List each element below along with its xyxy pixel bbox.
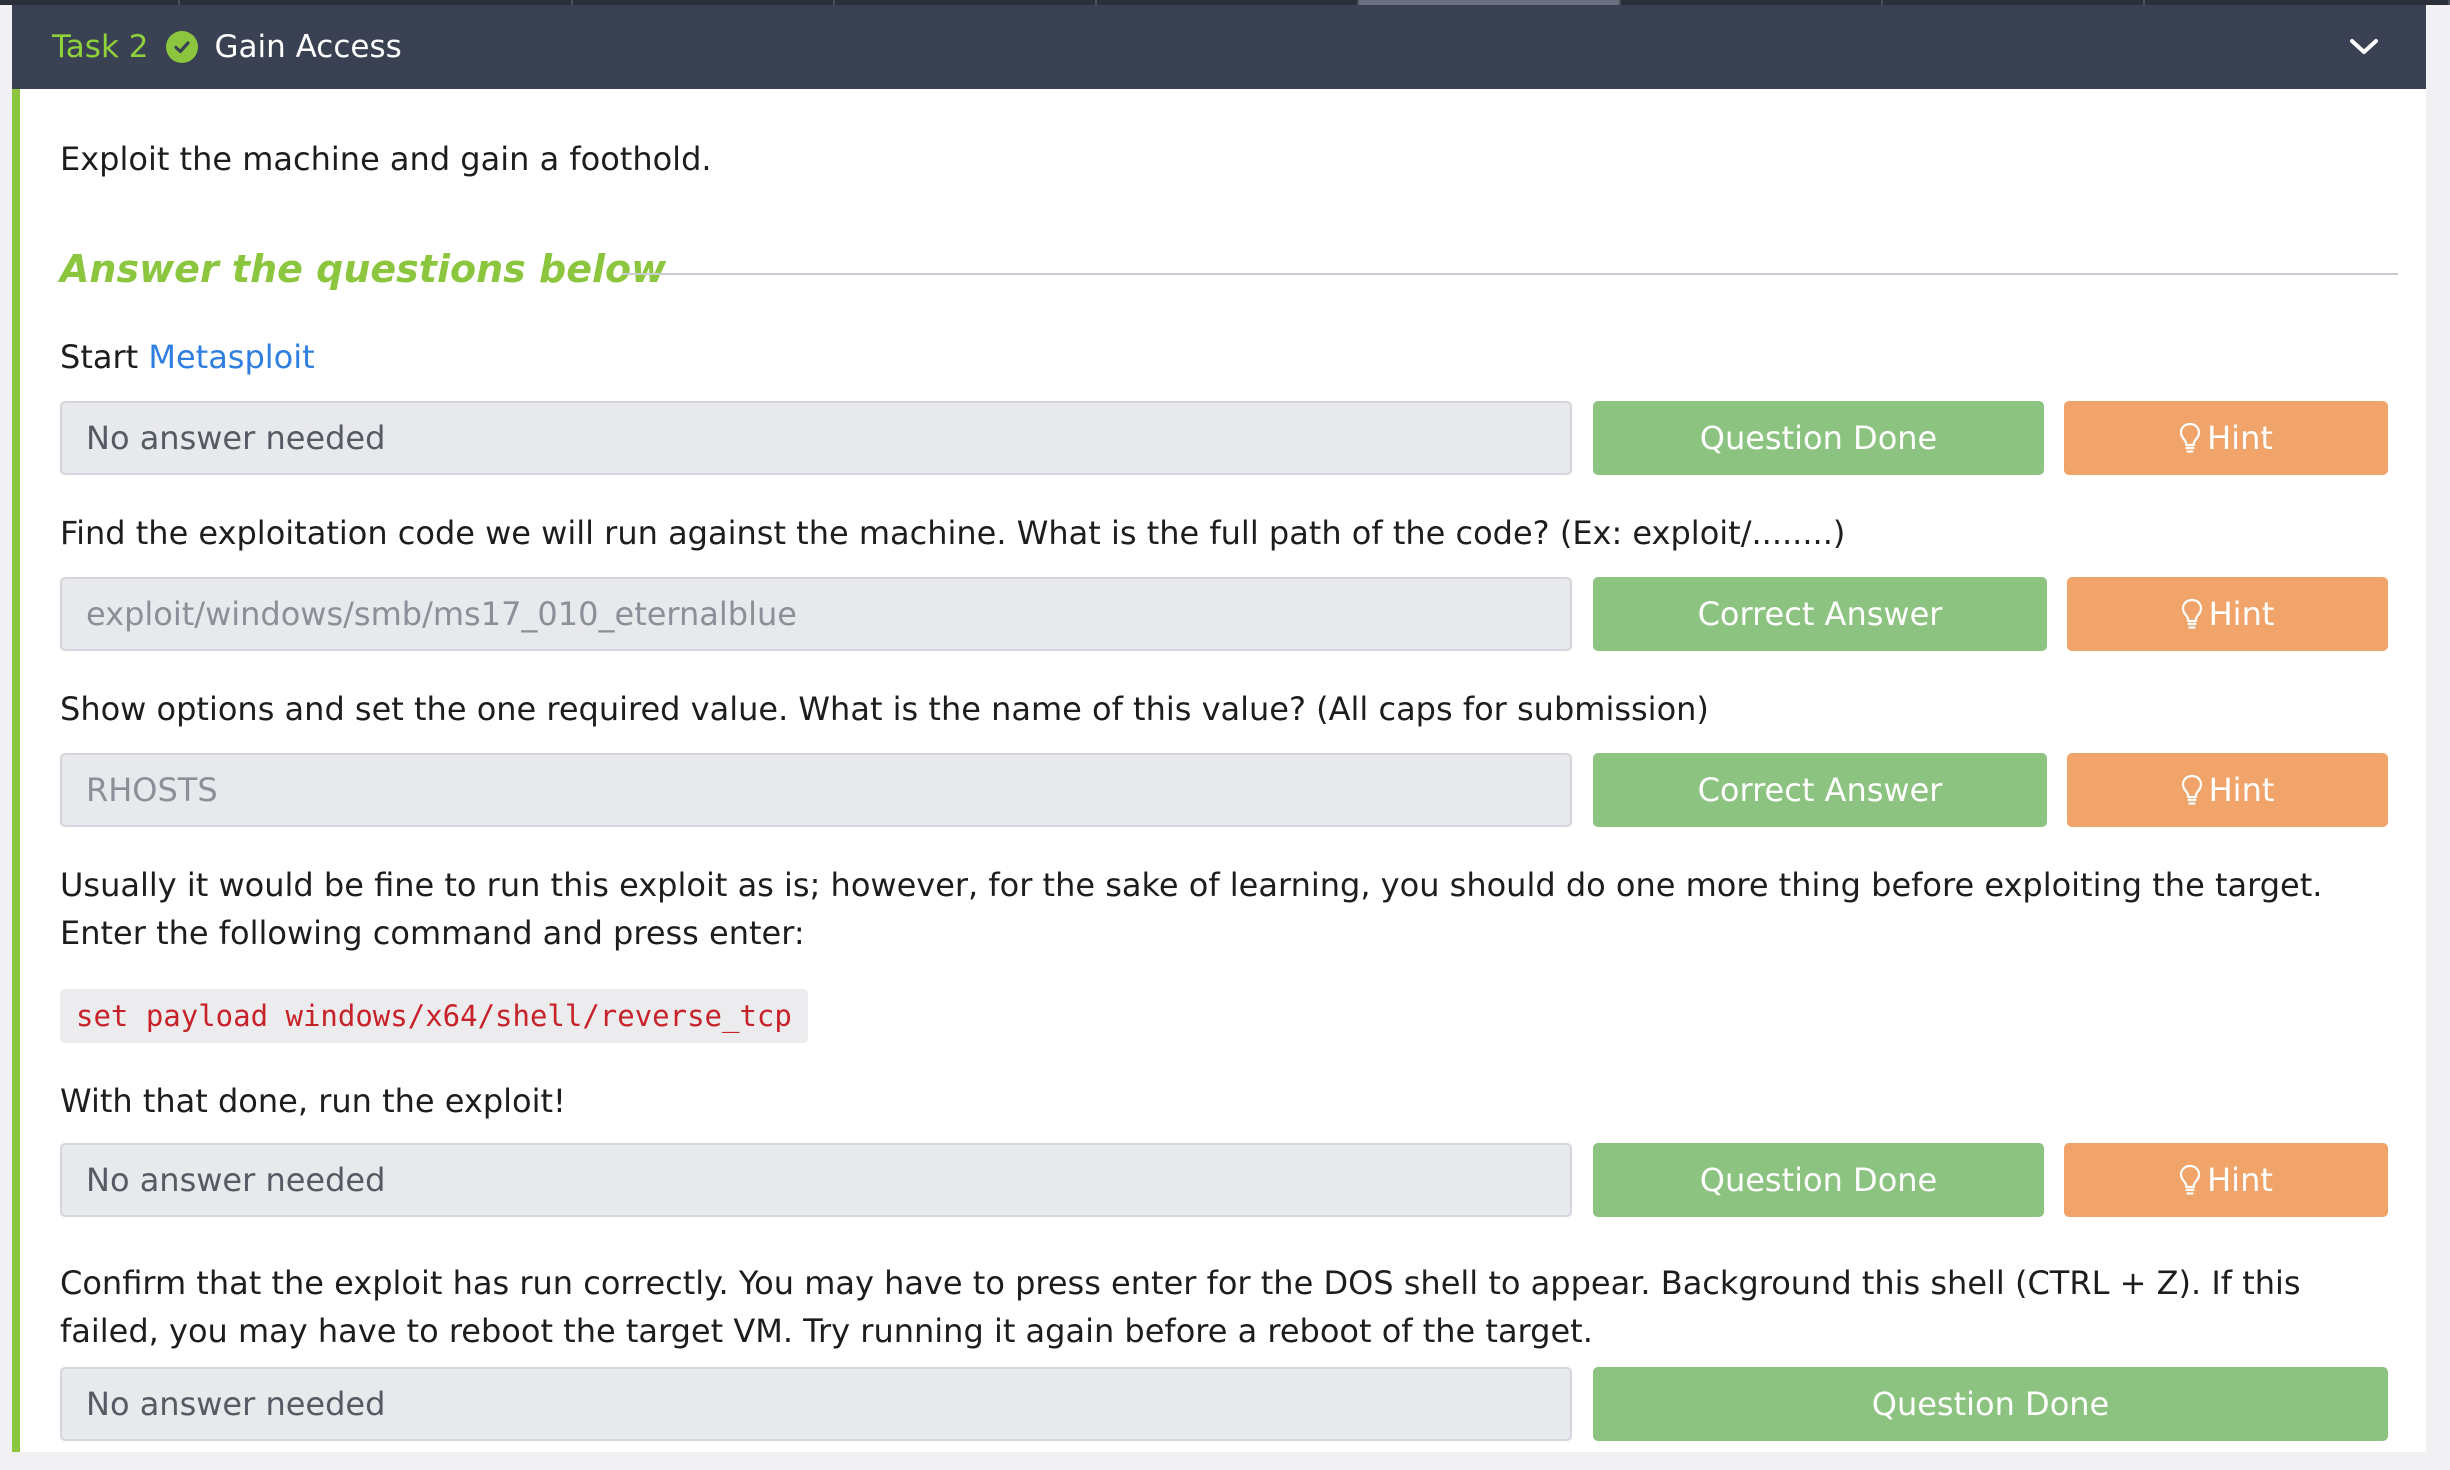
question-1-prefix: Start bbox=[60, 338, 149, 376]
question-2-submit-button[interactable]: Correct Answer bbox=[1593, 577, 2047, 651]
lightbulb-icon bbox=[2179, 422, 2201, 454]
check-circle-icon bbox=[166, 31, 199, 63]
question-4-followup-text: With that done, run the exploit! bbox=[60, 1082, 566, 1120]
question-3-hint-label: Hint bbox=[2208, 771, 2275, 809]
question-4-submit-button[interactable]: Question Done bbox=[1593, 1143, 2044, 1217]
question-4-text: Usually it would be fine to run this exp… bbox=[60, 866, 2323, 952]
page-bottom-edge bbox=[0, 1452, 2450, 1470]
question-1-hint-button[interactable]: Hint bbox=[2064, 401, 2388, 475]
question-3-text: Show options and set the one required va… bbox=[60, 690, 1709, 728]
section-divider bbox=[622, 273, 2398, 275]
question-2-hint-label: Hint bbox=[2208, 595, 2275, 633]
task-intro: Exploit the machine and gain a foothold. bbox=[60, 140, 712, 178]
chevron-down-icon[interactable] bbox=[2344, 27, 2384, 67]
question-4-hint-label: Hint bbox=[2207, 1161, 2273, 1199]
question-1-hint-label: Hint bbox=[2207, 419, 2273, 457]
task-accent-bar bbox=[12, 89, 20, 1470]
metasploit-link[interactable]: Metasploit bbox=[148, 338, 314, 376]
question-2-text: Find the exploitation code we will run a… bbox=[60, 514, 1846, 552]
task-title: Gain Access bbox=[214, 29, 402, 65]
payload-command-code: set payload windows/x64/shell/reverse_tc… bbox=[60, 989, 808, 1043]
task-header[interactable]: Task 2 Gain Access bbox=[12, 5, 2426, 89]
question-4-hint-button[interactable]: Hint bbox=[2064, 1143, 2388, 1217]
task-number: Task 2 bbox=[52, 29, 149, 65]
question-1-text: Start Metasploit bbox=[60, 333, 315, 381]
lightbulb-icon bbox=[2181, 774, 2203, 806]
question-4-answer-field[interactable]: No answer needed bbox=[60, 1143, 1572, 1217]
section-title: Answer the questions below bbox=[60, 247, 667, 291]
question-5-answer-field[interactable]: No answer needed bbox=[60, 1367, 1572, 1441]
question-5-text: Confirm that the exploit has run correct… bbox=[60, 1264, 2301, 1350]
question-3-answer-field[interactable]: RHOSTS bbox=[60, 753, 1572, 827]
question-3-hint-button[interactable]: Hint bbox=[2067, 753, 2388, 827]
question-1-submit-button[interactable]: Question Done bbox=[1593, 401, 2044, 475]
task-card: Task 2 Gain Access Exploit the machine a… bbox=[12, 5, 2426, 1470]
question-2-answer-field[interactable]: exploit/windows/smb/ms17_010_eternalblue bbox=[60, 577, 1572, 651]
question-1-answer-field[interactable]: No answer needed bbox=[60, 401, 1572, 475]
question-2-hint-button[interactable]: Hint bbox=[2067, 577, 2388, 651]
question-3-submit-button[interactable]: Correct Answer bbox=[1593, 753, 2047, 827]
lightbulb-icon bbox=[2181, 598, 2203, 630]
question-5-submit-button[interactable]: Question Done bbox=[1593, 1367, 2388, 1441]
lightbulb-icon bbox=[2179, 1164, 2201, 1196]
